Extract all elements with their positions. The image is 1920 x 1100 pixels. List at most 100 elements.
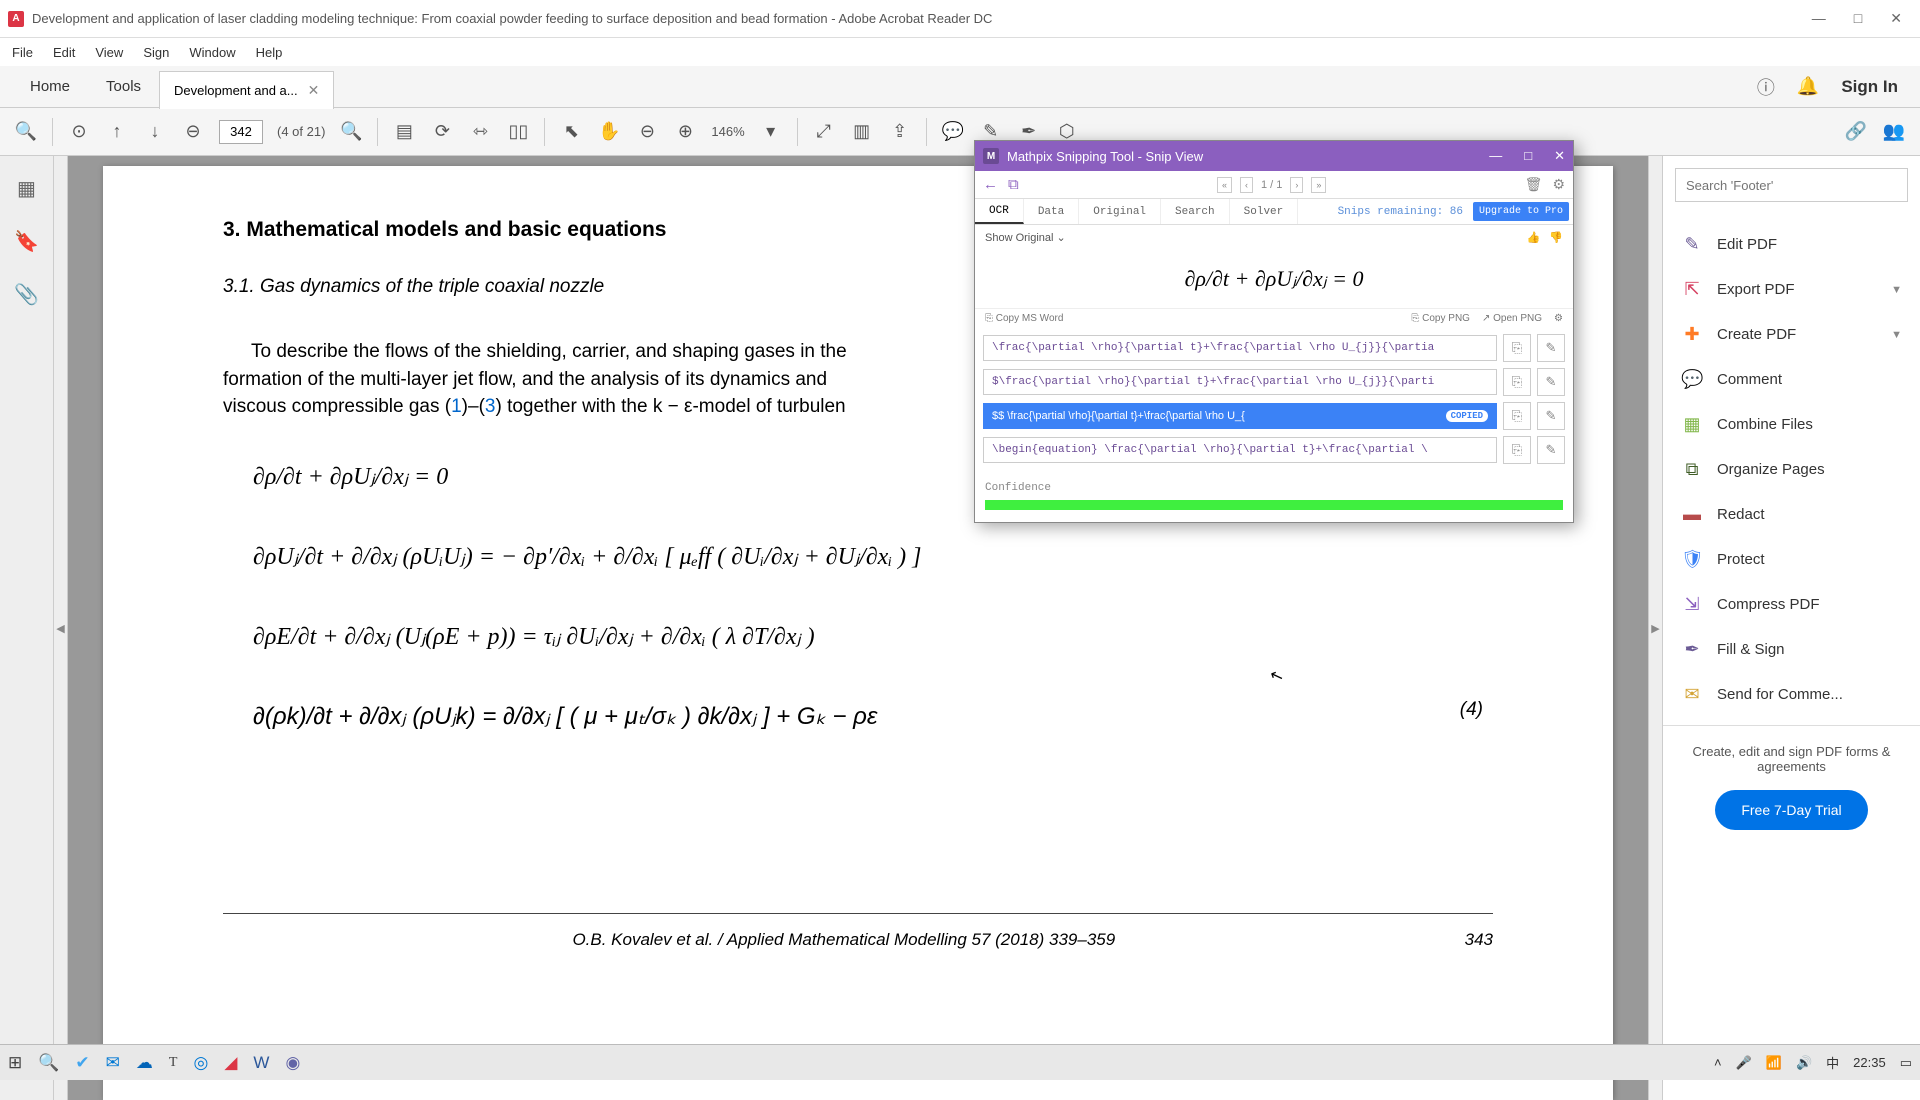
mathpix-minimize-button[interactable]: — <box>1489 148 1502 164</box>
stamp-tool-icon[interactable]: ⬡ <box>1055 121 1079 142</box>
mathpix-thumbs-down-icon[interactable]: 👎 <box>1549 232 1563 244</box>
tab-home[interactable]: Home <box>12 66 88 107</box>
fit-page-icon[interactable]: ⤢ <box>812 121 836 142</box>
mathpix-delete-icon[interactable]: 🗑 <box>1525 176 1543 193</box>
help-icon[interactable]: ⓘ <box>1757 74 1775 100</box>
tab-tools[interactable]: Tools <box>88 66 159 107</box>
mathpix-tab-ocr[interactable]: OCR <box>975 199 1024 224</box>
mathpix-thumbs-up-icon[interactable]: 👍 <box>1527 232 1541 244</box>
mathpix-snip-icon[interactable]: ⧉ <box>1008 176 1019 193</box>
mathpix-copy-word-button[interactable]: ⎘ Copy MS Word <box>985 313 1063 324</box>
tool-item-comment[interactable]: 💬Comment <box>1663 357 1920 402</box>
tool-item-edit-pdf[interactable]: ✎Edit PDF <box>1663 222 1920 267</box>
zoom-dropdown-icon[interactable]: ▾ <box>759 121 783 142</box>
mathpix-result-code[interactable]: $\frac{\partial \rho}{\partial t}+\frac{… <box>983 369 1497 395</box>
mathpix-settings-icon[interactable]: ⚙ <box>1552 176 1565 193</box>
mathpix-maximize-button[interactable]: □ <box>1524 148 1532 164</box>
mathpix-edit-icon[interactable]: ✎ <box>1537 402 1565 430</box>
tray-chevron-icon[interactable]: ˄ <box>1714 1055 1722 1070</box>
people-tool-icon[interactable]: 👥 <box>1882 121 1906 142</box>
mathpix-tab-original[interactable]: Original <box>1079 199 1161 224</box>
mathpix-tab-data[interactable]: Data <box>1024 199 1079 224</box>
mathpix-copy-icon[interactable]: ⎘ <box>1503 334 1531 362</box>
link-tool-icon[interactable]: 🔗 <box>1844 121 1868 142</box>
tool-item-fill-sign[interactable]: ✒Fill & Sign <box>1663 627 1920 672</box>
taskbar-word-icon[interactable]: W <box>253 1053 269 1073</box>
mathpix-edit-icon[interactable]: ✎ <box>1537 368 1565 396</box>
maximize-button[interactable]: □ <box>1854 10 1862 27</box>
tool-item-send-for-comme-[interactable]: ✉Send for Comme... <box>1663 672 1920 717</box>
thumbnails-icon[interactable]: ▦ <box>17 176 36 201</box>
tool-item-export-pdf[interactable]: ⇱Export PDF▼ <box>1663 267 1920 312</box>
mathpix-prev-page[interactable]: ‹ <box>1240 177 1253 193</box>
menu-window[interactable]: Window <box>189 45 235 60</box>
ref-link-1[interactable]: 1 <box>451 396 462 417</box>
close-button[interactable]: ✕ <box>1890 10 1902 27</box>
mathpix-copy-png-button[interactable]: ⎘ Copy PNG <box>1411 313 1470 324</box>
mathpix-copy-icon[interactable]: ⎘ <box>1503 402 1531 430</box>
taskbar-todo-icon[interactable]: ✔ <box>75 1053 89 1073</box>
mathpix-tab-solver[interactable]: Solver <box>1230 199 1299 224</box>
tool-item-compress-pdf[interactable]: ⇲Compress PDF <box>1663 582 1920 627</box>
mathpix-tab-search[interactable]: Search <box>1161 199 1230 224</box>
two-page-icon[interactable]: ▯▯ <box>506 121 530 142</box>
mathpix-copy-icon[interactable]: ⎘ <box>1503 436 1531 464</box>
taskbar-acrobat-icon[interactable]: ◢ <box>224 1053 237 1073</box>
sign-tool-icon[interactable]: ✒ <box>1017 121 1041 142</box>
mathpix-back-icon[interactable]: ← <box>983 176 998 193</box>
zoom-level-label[interactable]: 146% <box>711 124 744 139</box>
mathpix-options-icon[interactable]: ⚙ <box>1554 313 1563 324</box>
menu-view[interactable]: View <box>95 45 123 60</box>
taskbar-mail-icon[interactable]: ✉ <box>106 1053 120 1073</box>
mathpix-open-png-button[interactable]: ↗ Open PNG <box>1482 313 1542 324</box>
tray-notifications-icon[interactable]: ▭ <box>1900 1055 1912 1071</box>
hand-tool-icon[interactable]: ✋ <box>597 121 621 142</box>
mathpix-copy-icon[interactable]: ⎘ <box>1503 368 1531 396</box>
mathpix-first-page[interactable]: « <box>1217 177 1232 193</box>
highlight-tool-icon[interactable]: ✎ <box>979 121 1003 142</box>
taskbar-edge-icon[interactable]: ◎ <box>193 1053 208 1073</box>
notifications-icon[interactable]: 🔔 <box>1797 76 1819 97</box>
menu-help[interactable]: Help <box>256 45 283 60</box>
tray-volume-icon[interactable]: 🔊 <box>1796 1055 1812 1071</box>
sign-in-button[interactable]: Sign In <box>1841 77 1898 97</box>
taskbar-app-t-icon[interactable]: T <box>169 1055 178 1071</box>
attachments-icon[interactable]: 📎 <box>14 282 39 307</box>
bookmarks-icon[interactable]: 🔖 <box>14 229 39 254</box>
tab-document-close-icon[interactable]: ✕ <box>308 82 320 99</box>
zoom-find-icon[interactable]: 🔍 <box>339 121 363 142</box>
mathpix-result-code[interactable]: \begin{equation} \frac{\partial \rho}{\p… <box>983 437 1497 463</box>
fit-width-icon[interactable]: ⇿ <box>468 121 492 142</box>
free-trial-button[interactable]: Free 7-Day Trial <box>1715 790 1867 830</box>
right-collapse-handle[interactable]: ▶ <box>1648 156 1662 1100</box>
mathpix-close-button[interactable]: ✕ <box>1554 148 1565 164</box>
menu-sign[interactable]: Sign <box>143 45 169 60</box>
menu-edit[interactable]: Edit <box>53 45 75 60</box>
page-down-icon[interactable]: ↓ <box>143 121 167 142</box>
zoom-out-icon[interactable]: ⊖ <box>635 121 659 142</box>
page-view-icon[interactable]: ▤ <box>392 121 416 142</box>
tab-document[interactable]: Development and a... ✕ <box>159 71 334 109</box>
page-number-input[interactable] <box>219 120 263 144</box>
tray-mic-icon[interactable]: 🎤 <box>1736 1055 1752 1071</box>
tool-item-combine-files[interactable]: ▦Combine Files <box>1663 402 1920 447</box>
tray-clock[interactable]: 22:35 <box>1853 1055 1886 1070</box>
read-mode-icon[interactable]: ▥ <box>850 121 874 142</box>
tool-item-protect[interactable]: 🛡Protect <box>1663 537 1920 582</box>
mathpix-edit-icon[interactable]: ✎ <box>1537 436 1565 464</box>
ref-link-3[interactable]: 3 <box>485 396 496 417</box>
tool-item-redact[interactable]: ▬Redact <box>1663 492 1920 537</box>
tool-item-organize-pages[interactable]: ⧉Organize Pages <box>1663 447 1920 492</box>
mathpix-upgrade-button[interactable]: Upgrade to Pro <box>1473 202 1569 221</box>
show-next-page-icon[interactable]: ⊖ <box>181 121 205 142</box>
tools-search-input[interactable] <box>1675 168 1908 202</box>
tool-item-create-pdf[interactable]: ✚Create PDF▼ <box>1663 312 1920 357</box>
tray-wifi-icon[interactable]: 📶 <box>1766 1055 1782 1071</box>
taskbar-search-icon[interactable]: 🔍 <box>38 1053 59 1073</box>
start-button-icon[interactable]: ⊞ <box>8 1053 22 1073</box>
mathpix-edit-icon[interactable]: ✎ <box>1537 334 1565 362</box>
taskbar-onedrive-icon[interactable]: ☁ <box>136 1053 153 1073</box>
mathpix-show-original-toggle[interactable]: Show Original ⌄ <box>985 231 1066 244</box>
menu-file[interactable]: File <box>12 45 33 60</box>
tray-ime-label[interactable]: 中 <box>1826 1053 1839 1072</box>
